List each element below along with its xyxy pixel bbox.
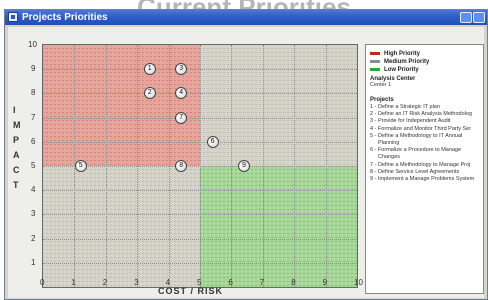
x-tick-label: 10 [354,278,363,287]
grid-line-vertical [262,45,264,287]
project-list-item: 2 - Define an IT Risk Analysis Methodolo… [370,111,473,118]
project-point-7[interactable]: 7 [175,111,188,124]
client-area: 123456789 IMPACT COST / RISK 01234567891… [8,27,484,298]
legend-high-label: High Priority [384,51,421,57]
y-tick-label: 5 [31,161,36,170]
legend-high: High Priority [370,50,420,58]
project-list-item: 1 - Define a Strategic IT plan [370,104,440,110]
y-tick-label: 7 [31,112,36,122]
project-point-5[interactable]: 5 [74,160,87,172]
region-high-priority-0 [43,45,200,166]
y-tick-label: 3 [31,209,36,219]
project-list-item: 9 - Implement a Manage Problems System [370,176,475,182]
y-tick-label: 2 [31,233,36,243]
project-list-item: 4 - Formalize and Monitor Third Party Se… [370,125,472,132]
region-medium-priority-1 [200,45,357,166]
x-tick-label: 7 [259,278,265,287]
region-low-priority-3 [200,166,357,287]
project-list-item: Planning [378,140,400,146]
project-list-item: 8 - Define Service Level Agreements [370,168,460,175]
y-axis-label-letter: M [13,120,21,130]
project-list-item: 7 - Define a Methodology to Manage Proj [370,161,471,168]
legend-low-swatch [370,67,380,71]
x-tick-label: 3 [134,278,139,287]
grid-line-horizontal [43,69,357,71]
project-point-9[interactable]: 9 [237,160,250,172]
x-tick-label: 4 [165,278,171,287]
x-tick-label: 6 [228,278,233,287]
project-list-item: 3 - Provide for Independent Audit [370,118,451,125]
legend-low-label: Low Priority [384,67,419,73]
legend-high-swatch [370,51,380,55]
grid-line-horizontal [43,93,357,95]
projects-priorities-window: Projects Priorities 1 2 3 4 5 6 7 8 9 IMPACT COS… [4,9,488,300]
x-tick-label: 8 [291,278,296,287]
project-list-item: Changes [378,154,401,161]
priority-matrix-chart: 123456789 IMPACT COST / RISK 01234567891… [8,27,363,298]
window-title: Projects Priorities [22,12,108,23]
y-axis-label-letter: T [13,180,19,190]
y-axis-label-letter: I [13,105,16,115]
title-bar[interactable]: Projects Priorities [5,10,487,25]
legend-medium-label: Medium Priority [384,59,430,65]
x-tick-label: 1 [71,278,76,287]
grid-line-horizontal [43,166,357,167]
grid-line-horizontal [43,141,357,143]
minimize-button[interactable] [460,12,472,23]
y-tick-label: 1 [31,257,36,267]
y-axis-label-letter: C [13,165,20,175]
legend-medium-swatch [370,59,380,63]
x-tick-label: 0 [40,278,45,287]
legend-medium: Medium Priority [370,58,429,66]
x-axis-label: COST / RISK [158,286,224,296]
project-point-6[interactable]: 6 [206,135,219,148]
y-tick-label: 9 [31,64,36,74]
y-tick-label: 6 [31,136,36,146]
x-tick-label: 5 [197,278,202,287]
legend-panel: High Priority Medium Priority Low Priori… [365,44,484,294]
region-medium-priority-2 [43,166,200,287]
x-tick-label: 9 [322,278,328,287]
grid-line-vertical [231,45,233,287]
y-tick-label: 10 [28,40,37,49]
plot-area: 1 2 3 4 5 6 7 8 9 [42,44,358,288]
legend-low: Low Priority [370,66,419,74]
analysis-center-value: Center 1 [370,82,392,88]
y-axis-label-letter: P [13,135,20,145]
x-tick-label: 2 [102,278,108,287]
y-tick-label: 4 [31,185,36,195]
project-list-item: 5 - Define a Methodology to IT Annual [370,132,463,139]
projects-label: Projects [370,97,394,103]
project-point-1[interactable]: 1 [143,63,156,76]
grid-line-vertical [325,45,327,287]
project-list-item: 6 - Formalize a Procedure to Manage [370,147,462,154]
y-tick-label: 8 [31,88,36,98]
y-axis-label-letter: A [13,150,20,160]
close-button[interactable] [473,12,485,23]
grid-line-horizontal [43,117,357,119]
grid-line-vertical [294,45,296,287]
app-icon [8,12,18,22]
